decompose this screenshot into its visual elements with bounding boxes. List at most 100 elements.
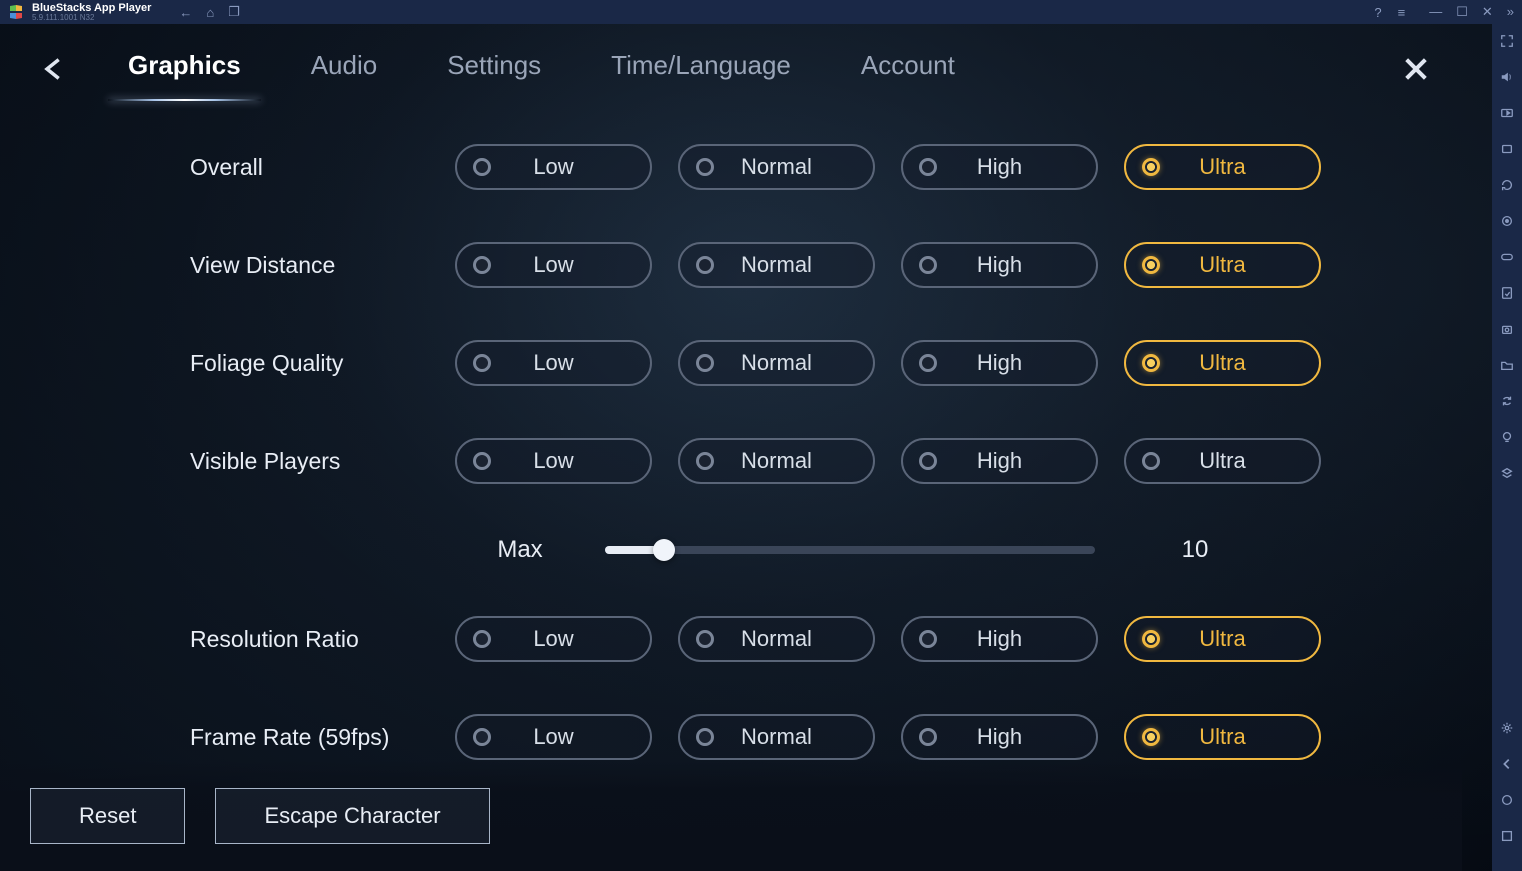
max-players-slider-row: Max 10	[190, 536, 1432, 564]
option-label: Normal	[696, 448, 857, 474]
option-low[interactable]: Low	[455, 438, 652, 484]
option-label: High	[919, 350, 1080, 376]
option-label: Low	[473, 626, 634, 652]
option-label: Low	[473, 252, 634, 278]
option-ultra[interactable]: Ultra	[1124, 616, 1321, 662]
bulb-icon[interactable]	[1498, 428, 1516, 446]
setting-label: Foliage Quality	[190, 350, 455, 377]
minimize-icon[interactable]: —	[1429, 4, 1442, 20]
slider-thumb[interactable]	[653, 539, 675, 561]
lock-cursor-icon[interactable]	[1498, 140, 1516, 158]
app-version: 5.9.111.1001 N32	[32, 13, 151, 22]
nav-recent-icon[interactable]: ❐	[228, 4, 240, 20]
help-icon[interactable]: ?	[1374, 5, 1381, 20]
option-normal[interactable]: Normal	[678, 340, 875, 386]
chevron-right-icon[interactable]: »	[1507, 4, 1514, 20]
back-arrow-icon[interactable]	[40, 55, 68, 83]
tab-settings[interactable]: Settings	[447, 50, 541, 89]
sync-icon[interactable]	[1498, 392, 1516, 410]
option-label: Normal	[696, 350, 857, 376]
option-low[interactable]: Low	[455, 242, 652, 288]
rotate-icon[interactable]	[1498, 176, 1516, 194]
option-normal[interactable]: Normal	[678, 616, 875, 662]
tab-time-language[interactable]: Time/Language	[611, 50, 791, 89]
option-label: Normal	[696, 724, 857, 750]
setting-row-resolution-ratio: Resolution RatioLowNormalHighUltra	[190, 616, 1432, 662]
reset-button[interactable]: Reset	[30, 788, 185, 844]
mediafolder-icon[interactable]	[1498, 356, 1516, 374]
option-high[interactable]: High	[901, 242, 1098, 288]
titlebar: BlueStacks App Player 5.9.111.1001 N32 ←…	[0, 0, 1522, 24]
setting-label: Overall	[190, 154, 455, 181]
keymap-icon[interactable]	[1498, 104, 1516, 122]
option-label: Low	[473, 724, 634, 750]
volume-icon[interactable]	[1498, 68, 1516, 86]
option-normal[interactable]: Normal	[678, 242, 875, 288]
option-normal[interactable]: Normal	[678, 144, 875, 190]
slider-track[interactable]	[605, 546, 1095, 554]
option-label: Ultra	[1142, 448, 1303, 474]
screenshot-icon[interactable]	[1498, 320, 1516, 338]
fullscreen-icon[interactable]	[1498, 32, 1516, 50]
option-low[interactable]: Low	[455, 714, 652, 760]
multi-instance-icon[interactable]	[1498, 464, 1516, 482]
tab-audio[interactable]: Audio	[311, 50, 378, 89]
option-high[interactable]: High	[901, 144, 1098, 190]
setting-label: Visible Players	[190, 448, 455, 475]
option-ultra[interactable]: Ultra	[1124, 340, 1321, 386]
recents-icon[interactable]	[1498, 827, 1516, 845]
option-label: Low	[473, 448, 634, 474]
option-ultra[interactable]: Ultra	[1124, 242, 1321, 288]
option-ultra[interactable]: Ultra	[1124, 144, 1321, 190]
option-normal[interactable]: Normal	[678, 714, 875, 760]
option-label: Low	[473, 350, 634, 376]
slider-label: Max	[455, 536, 585, 564]
setting-label: Frame Rate (59fps)	[190, 724, 455, 751]
option-normal[interactable]: Normal	[678, 438, 875, 484]
setting-row-overall: Overall Low Normal High Ultra	[190, 144, 1432, 190]
option-label: High	[919, 154, 1080, 180]
option-low[interactable]: Low	[455, 340, 652, 386]
close-icon[interactable]	[1400, 53, 1432, 85]
tab-account[interactable]: Account	[861, 50, 955, 89]
option-label: Normal	[696, 154, 857, 180]
option-ultra[interactable]: Ultra	[1124, 438, 1321, 484]
settings-tabs: Graphics Audio Settings Time/Language Ac…	[128, 50, 955, 89]
setting-row-view-distance: View DistanceLowNormalHighUltra	[190, 242, 1432, 288]
option-high[interactable]: High	[901, 340, 1098, 386]
slider-value: 10	[1155, 536, 1235, 564]
window-close-icon[interactable]: ✕	[1482, 4, 1493, 20]
option-low[interactable]: Low	[455, 144, 652, 190]
maximize-icon[interactable]: ☐	[1456, 4, 1468, 20]
option-high[interactable]: High	[901, 438, 1098, 484]
game-settings-panel: Graphics Audio Settings Time/Language Ac…	[0, 24, 1492, 871]
setting-row-frame-rate-59fps-: Frame Rate (59fps) Low Normal High Ultra	[190, 714, 1432, 760]
apk-icon[interactable]	[1498, 284, 1516, 302]
option-label: Ultra	[1142, 252, 1303, 278]
escape-character-button[interactable]: Escape Character	[215, 788, 489, 844]
nav-back-icon[interactable]: ←	[179, 5, 192, 20]
option-high[interactable]: High	[901, 714, 1098, 760]
footer: Reset Escape Character	[0, 761, 1462, 871]
option-low[interactable]: Low	[455, 616, 652, 662]
setting-row-visible-players: Visible Players Low Normal High Ultra	[190, 438, 1432, 484]
option-label: Low	[473, 154, 634, 180]
option-label: High	[919, 724, 1080, 750]
option-label: Ultra	[1142, 350, 1303, 376]
option-ultra[interactable]: Ultra	[1124, 714, 1321, 760]
option-label: Ultra	[1142, 724, 1303, 750]
home-icon[interactable]	[1498, 791, 1516, 809]
menu-icon[interactable]: ≡	[1398, 5, 1406, 20]
option-label: Ultra	[1142, 154, 1303, 180]
back-icon[interactable]	[1498, 755, 1516, 773]
option-label: High	[919, 448, 1080, 474]
option-high[interactable]: High	[901, 616, 1098, 662]
gamepad-icon[interactable]	[1498, 248, 1516, 266]
gear-icon[interactable]	[1498, 719, 1516, 737]
option-label: High	[919, 626, 1080, 652]
option-label: High	[919, 252, 1080, 278]
location-icon[interactable]	[1498, 212, 1516, 230]
tab-graphics[interactable]: Graphics	[128, 50, 241, 89]
nav-home-icon[interactable]: ⌂	[206, 5, 214, 20]
bluestacks-sidebar	[1492, 24, 1522, 871]
